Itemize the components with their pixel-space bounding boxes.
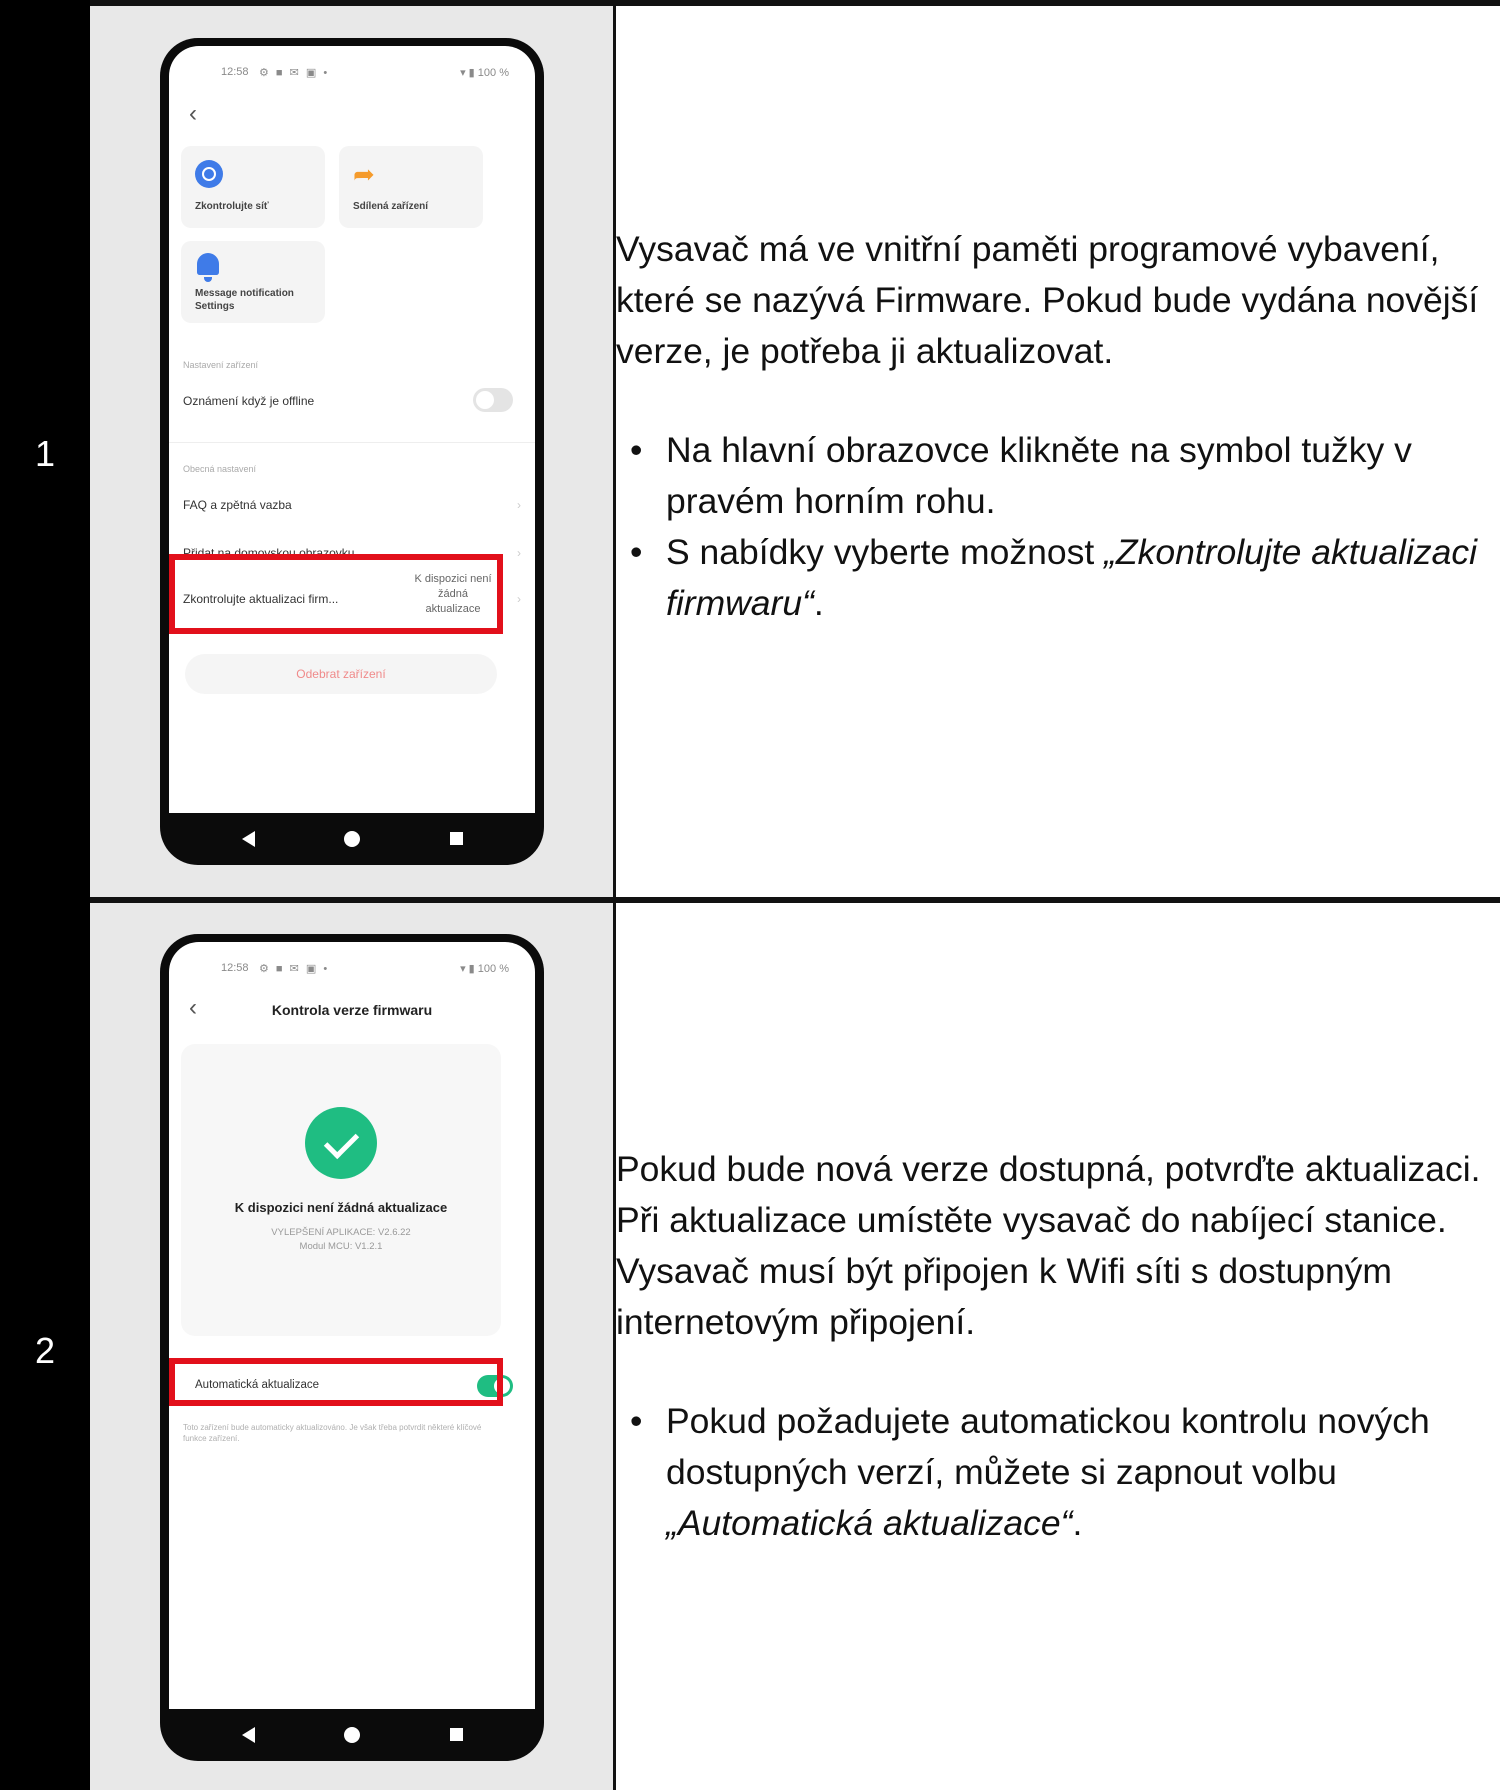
nav-recents-icon[interactable] xyxy=(450,1728,463,1741)
app-version-text: VYLEPŠENÍ APLIKACE: V2.6.22 xyxy=(271,1227,411,1238)
step-2-paragraph: Pokud bude nová verze dostupná, potvrďte… xyxy=(616,1149,1481,1342)
highlight-firmware-row xyxy=(169,554,503,634)
nav-back-icon[interactable] xyxy=(242,1727,255,1743)
bullet-text-end: . xyxy=(1072,1503,1083,1543)
row-divider xyxy=(90,897,1500,903)
table-top-border xyxy=(90,0,1500,6)
step-1-paragraph: Vysavač má ve vnitřní paměti programové … xyxy=(616,229,1479,371)
auto-update-note: Toto zařízení bude automaticky aktualizo… xyxy=(183,1423,482,1443)
faq-feedback-item[interactable]: FAQ a zpětná vazba xyxy=(183,498,292,512)
phone-screen-1: 12:58 ⚙ ■ ✉ ▣ • ▾ ▮ 100 % ‹ Zkontrolujte… xyxy=(169,46,535,813)
step-2-bullet-1: Pokud požadujete automatickou kontrolu n… xyxy=(616,1396,1500,1549)
nav-back-icon[interactable] xyxy=(242,831,255,847)
tile-shared-devices-label: Sdílená zařízení xyxy=(353,201,429,212)
bullet-text: Pokud požadujete automatickou kontrolu n… xyxy=(666,1401,1430,1492)
battery-indicator: ▾ ▮ 100 % xyxy=(460,67,509,79)
step-number-column xyxy=(0,0,90,1790)
status-icons: ⚙ ■ ✉ ▣ • xyxy=(259,963,330,975)
check-circle-icon xyxy=(305,1107,377,1179)
divider xyxy=(169,442,535,443)
phone-screen-2: 12:58 ⚙ ■ ✉ ▣ • ▾ ▮ 100 % ‹ Kontrola ver… xyxy=(169,942,535,1709)
phone-mockup-1: 12:58 ⚙ ■ ✉ ▣ • ▾ ▮ 100 % ‹ Zkontrolujte… xyxy=(160,38,544,865)
instruction-table: 1 2 12:58 ⚙ ■ ✉ ▣ • ▾ ▮ 100 % ‹ Zkontrol… xyxy=(0,0,1500,1790)
bullet-text: S nabídky vyberte možnost xyxy=(666,532,1105,572)
chevron-right-icon: › xyxy=(517,546,521,560)
android-nav-bar xyxy=(160,813,544,865)
share-icon: ➦ xyxy=(353,159,375,189)
chevron-right-icon: › xyxy=(517,498,521,512)
section-device-settings: Nastavení zařízení xyxy=(183,360,259,370)
wifi-icon xyxy=(195,160,223,188)
back-arrow-icon[interactable]: ‹ xyxy=(189,100,197,128)
step-number-1: 1 xyxy=(34,433,56,474)
bullet-italic-option: „Automatická aktualizace“ xyxy=(666,1503,1073,1543)
status-time: 12:58 xyxy=(221,962,249,974)
mcu-version-text: Modul MCU: V1.2.1 xyxy=(299,1241,383,1252)
step-2-text: Pokud bude nová verze dostupná, potvrďte… xyxy=(616,1144,1500,1549)
phone-mockup-2: 12:58 ⚙ ■ ✉ ▣ • ▾ ▮ 100 % ‹ Kontrola ver… xyxy=(160,934,544,1761)
chevron-right-icon: › xyxy=(517,592,521,606)
battery-indicator: ▾ ▮ 100 % xyxy=(460,963,509,975)
bullet-text-end: . xyxy=(813,583,824,623)
status-icons: ⚙ ■ ✉ ▣ • xyxy=(259,67,330,79)
tile-shared-devices[interactable]: ➦ Sdílená zařízení xyxy=(339,146,483,228)
tile-check-network[interactable]: Zkontrolujte síť xyxy=(181,146,325,228)
step-1-bullet-2: S nabídky vyberte možnost „Zkontrolujte … xyxy=(616,527,1500,629)
remove-device-button[interactable]: Odebrat zařízení xyxy=(185,654,497,694)
nav-home-icon[interactable] xyxy=(344,831,360,847)
tile-notification-label: Message notification Settings xyxy=(195,288,294,312)
screen-title: Kontrola verze firmwaru xyxy=(271,1002,433,1018)
step-number-2: 2 xyxy=(34,1330,56,1371)
no-update-title: K dispozici není žádná aktualizace xyxy=(234,1200,448,1215)
offline-notice-label: Oznámení když je offline xyxy=(183,394,315,408)
bell-icon xyxy=(195,253,221,283)
section-general-settings: Obecná nastavení xyxy=(183,464,257,474)
tile-check-network-label: Zkontrolujte síť xyxy=(195,201,269,212)
status-bar: 12:58 ⚙ ■ ✉ ▣ • ▾ ▮ 100 % xyxy=(169,960,535,980)
highlight-auto-update-row xyxy=(169,1358,503,1406)
tile-notification-settings[interactable]: Message notification Settings xyxy=(181,241,325,323)
android-nav-bar xyxy=(160,1709,544,1761)
step-1-text: Vysavač má ve vnitřní paměti programové … xyxy=(616,224,1500,629)
nav-recents-icon[interactable] xyxy=(450,832,463,845)
status-bar: 12:58 ⚙ ■ ✉ ▣ • ▾ ▮ 100 % xyxy=(169,64,535,84)
offline-notice-toggle[interactable] xyxy=(473,388,513,412)
step-2-bullets: Pokud požadujete automatickou kontrolu n… xyxy=(616,1396,1500,1549)
step-1-bullet-1: Na hlavní obrazovce klikněte na symbol t… xyxy=(616,425,1500,527)
nav-home-icon[interactable] xyxy=(344,1727,360,1743)
firmware-status-card: K dispozici není žádná aktualizace VYLEP… xyxy=(181,1044,501,1336)
step-1-bullets: Na hlavní obrazovce klikněte na symbol t… xyxy=(616,425,1500,629)
status-time: 12:58 xyxy=(221,66,249,78)
